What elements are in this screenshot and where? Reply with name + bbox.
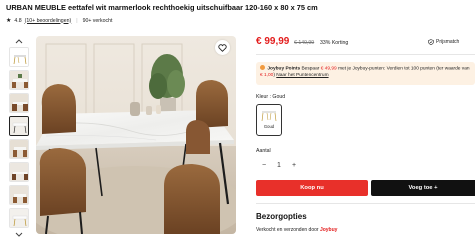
promo-brand: Joybuy Points (267, 66, 301, 72)
delivery-sold-by-text: Verkocht en verzonden door (256, 227, 319, 233)
thumbnail-4-selected[interactable] (9, 116, 29, 136)
delivery-sold-by: Verkocht en verzonden door Joybuy (256, 227, 337, 233)
main-product-image[interactable] (36, 36, 236, 234)
promo-amount-2: € 1,00 (260, 73, 274, 79)
sold-count: 90+ verkocht (82, 17, 113, 24)
reviews-link[interactable]: (10+ beoordelingen) (25, 18, 72, 24)
star-icon: ★ (6, 18, 12, 24)
delivery-seller-brand[interactable]: Joybuy (320, 227, 338, 233)
thumbnail-6[interactable] (9, 162, 29, 182)
quantity-stepper: − 1 + (256, 159, 302, 172)
quantity-decrease-button[interactable]: − (259, 162, 269, 169)
heart-icon (218, 43, 227, 52)
color-swatch-image (260, 107, 278, 123)
buy-now-button[interactable]: Koop nu (256, 180, 368, 196)
product-title: URBAN MEUBLE eettafel wit marmerlook rec… (6, 3, 318, 12)
quantity-increase-button[interactable]: + (289, 162, 299, 169)
rating-value: 4.8 (14, 17, 22, 24)
points-center-link[interactable]: Naar het Puntencentrum (276, 73, 328, 78)
price-match-label: Prijsmatch (436, 39, 460, 45)
product-meta-row: ★ 4.8 (10+ beoordelingen) | 90+ verkocht (6, 17, 113, 25)
chevron-up-icon (15, 39, 23, 44)
color-label: Kleur : Goud (256, 94, 286, 100)
thumbnail-strip (8, 36, 30, 240)
thumbnail-up-button[interactable] (8, 36, 30, 46)
add-to-cart-button[interactable]: Voeg toe + (371, 180, 475, 196)
thumbnail-3[interactable] (9, 93, 29, 113)
divider (256, 203, 475, 204)
price-match-badge[interactable]: Prijsmatch (428, 39, 459, 45)
delivery-options-title: Bezorgopties (256, 212, 307, 221)
thumbnail-5[interactable] (9, 139, 29, 159)
thumbnail-2[interactable] (9, 70, 29, 90)
chevron-down-icon (15, 232, 23, 237)
favorite-button[interactable] (215, 40, 230, 55)
divider (256, 54, 475, 55)
color-swatch-label: Goud (263, 124, 275, 129)
product-photo (36, 36, 236, 234)
thumbnail-down-button[interactable] (8, 230, 30, 240)
promo-text-3: ) (273, 73, 275, 79)
promo-amount: € 49,99 (320, 66, 337, 72)
thumbnail-8[interactable] (9, 208, 29, 228)
thumbnail-1[interactable] (9, 47, 29, 67)
meta-divider: | (76, 17, 78, 24)
quantity-label: Aantal (256, 148, 271, 154)
promo-text-1: Bespaar (301, 66, 320, 72)
points-promo-banner: Joybuy Points Bespaar € 49,99 met je Joy… (256, 62, 475, 85)
color-swatch-goud[interactable]: Goud (256, 104, 282, 136)
points-icon (260, 65, 265, 70)
shield-check-icon (428, 39, 434, 45)
promo-text-2: met je Joybuy-punten: Verdien tot 100 pu… (338, 66, 470, 72)
discount-label: 33% Korting (320, 40, 349, 46)
current-price: € 99,99 (256, 36, 290, 47)
old-price: € 149,99 (294, 40, 315, 46)
quantity-value[interactable]: 1 (277, 162, 281, 169)
thumbnail-7[interactable] (9, 185, 29, 205)
